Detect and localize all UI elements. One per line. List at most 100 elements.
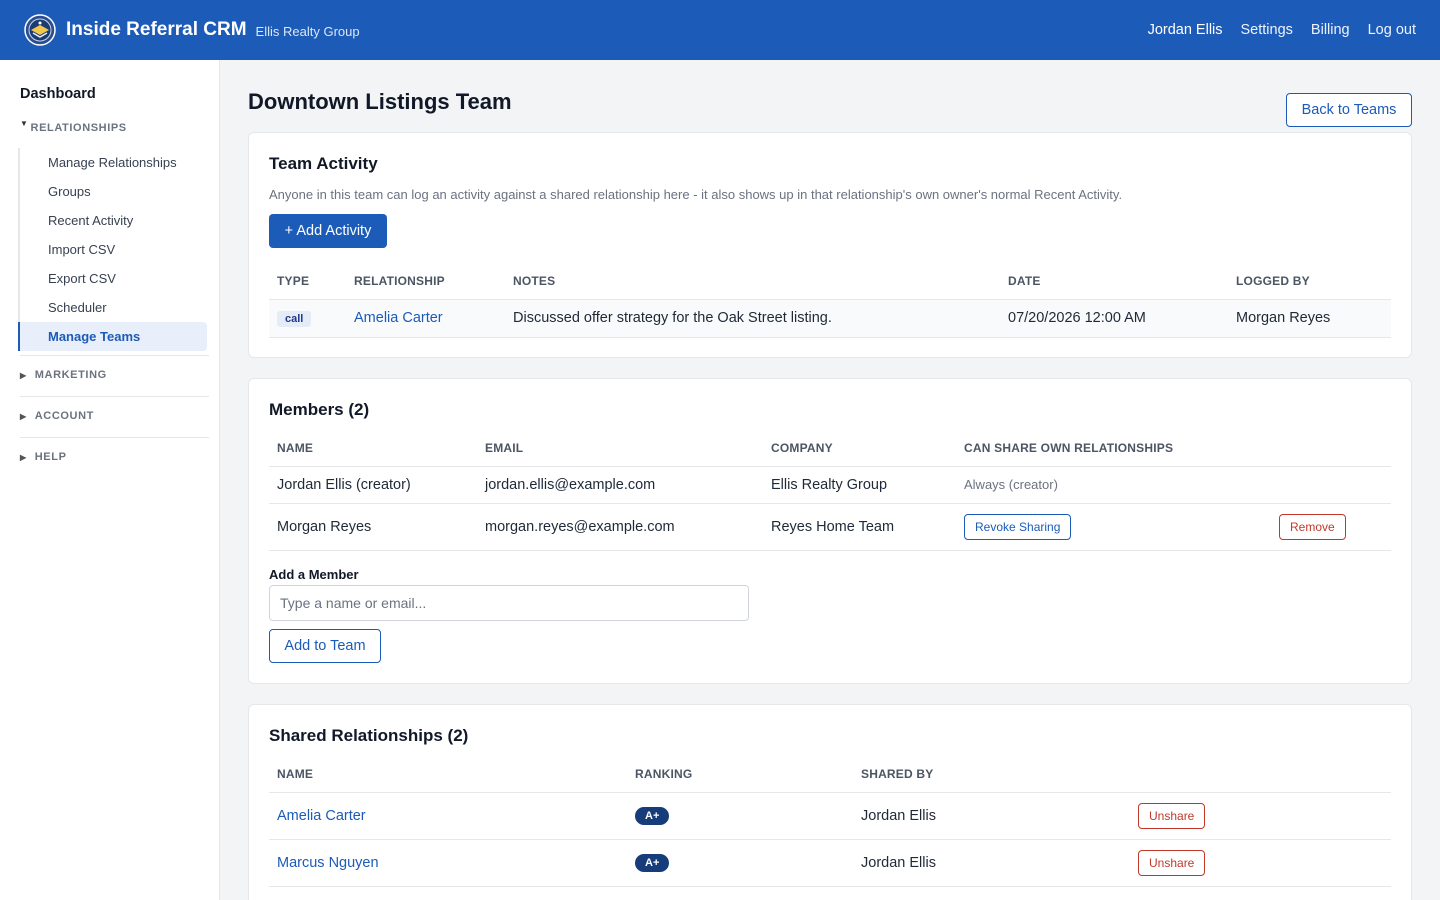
back-to-teams-button[interactable]: Back to Teams xyxy=(1286,93,1412,127)
shared-action-cell: Unshare xyxy=(1130,839,1391,887)
table-row: Amelia Carter A+ Jordan Ellis Unshare xyxy=(269,792,1391,840)
caret-right-icon: ▶ xyxy=(20,452,27,462)
sidebar-item-groups[interactable]: Groups xyxy=(18,177,207,206)
column-header[interactable]: NOTES xyxy=(505,264,1000,300)
members-card: Members (2) NAME EMAIL COMPANY CAN SHARE… xyxy=(248,378,1412,684)
shared-by-cell: Jordan Ellis xyxy=(853,839,1130,887)
remove-member-button[interactable]: Remove xyxy=(1279,513,1346,540)
shared-relationships-card: Shared Relationships (2) NAME RANKING SH… xyxy=(248,704,1412,900)
activity-relationship-cell: Amelia Carter xyxy=(346,299,505,338)
sidebar-divider xyxy=(20,355,209,356)
member-email-cell: morgan.reyes@example.com xyxy=(477,503,763,551)
member-company-cell: Reyes Home Team xyxy=(763,503,956,551)
brand-name[interactable]: Inside Referral CRM xyxy=(66,19,247,41)
column-header xyxy=(1130,757,1391,793)
member-sharing-cell: Revoke Sharing xyxy=(956,503,1271,551)
nav-user[interactable]: Jordan Ellis xyxy=(1148,22,1223,38)
table-row: Morgan Reyes morgan.reyes@example.com Re… xyxy=(269,503,1391,551)
sidebar: Dashboard ▼ RELATIONSHIPS Manage Relatio… xyxy=(0,60,220,900)
column-header[interactable]: EMAIL xyxy=(477,431,763,467)
table-row: call Amelia Carter Discussed offer strat… xyxy=(269,299,1391,338)
caret-down-icon: ▼ xyxy=(20,118,29,128)
column-header[interactable]: TYPE xyxy=(269,264,346,300)
sidebar-item-recent-activity[interactable]: Recent Activity xyxy=(18,206,207,235)
sidebar-item-scheduler[interactable]: Scheduler xyxy=(18,293,207,322)
add-member-input[interactable] xyxy=(269,585,749,621)
member-email-cell: jordan.ellis@example.com xyxy=(477,466,763,504)
member-action-cell: Remove xyxy=(1271,503,1391,551)
shared-name-cell: Amelia Carter xyxy=(269,792,627,840)
shared-action-cell: Unshare xyxy=(1130,792,1391,840)
revoke-sharing-button[interactable]: Revoke Sharing xyxy=(964,513,1072,540)
relationship-link[interactable]: Marcus Nguyen xyxy=(277,855,379,871)
sidebar-section-label: HELP xyxy=(34,451,67,463)
column-header[interactable]: DATE xyxy=(1000,264,1228,300)
caret-right-icon: ▶ xyxy=(20,370,27,380)
add-member-label: Add a Member xyxy=(269,567,359,582)
column-header[interactable]: CAN SHARE OWN RELATIONSHIPS xyxy=(956,431,1271,467)
sidebar-section-account[interactable]: ▶ ACCOUNT xyxy=(20,410,94,422)
caret-right-icon: ▶ xyxy=(20,411,27,421)
add-to-team-button[interactable]: Add to Team xyxy=(269,629,381,663)
sidebar-item-manage-relationships[interactable]: Manage Relationships xyxy=(18,148,207,177)
activity-type-cell: call xyxy=(269,299,346,338)
add-activity-button[interactable]: + Add Activity xyxy=(269,214,387,248)
sidebar-item-export-csv[interactable]: Export CSV xyxy=(18,264,207,293)
nav-billing[interactable]: Billing xyxy=(1311,22,1350,38)
column-header[interactable]: COMPANY xyxy=(763,431,956,467)
member-name-cell: Morgan Reyes xyxy=(269,503,477,551)
shared-ranking-cell: A+ xyxy=(627,839,853,887)
top-header: Inside Referral CRM Ellis Realty Group J… xyxy=(0,0,1440,60)
sidebar-section-help[interactable]: ▶ HELP xyxy=(20,451,67,463)
column-header xyxy=(1271,431,1391,467)
sidebar-section-label: MARKETING xyxy=(34,369,107,381)
member-company-cell: Ellis Realty Group xyxy=(763,466,956,504)
sidebar-section-label: RELATIONSHIPS xyxy=(30,122,127,134)
shared-ranking-cell: A+ xyxy=(627,792,853,840)
top-nav: Jordan Ellis Settings Billing Log out xyxy=(1148,22,1416,38)
nav-logout[interactable]: Log out xyxy=(1368,22,1416,38)
member-action-cell xyxy=(1271,466,1391,504)
column-header[interactable]: NAME xyxy=(269,431,477,467)
ranking-badge: A+ xyxy=(635,806,670,825)
sidebar-item-import-csv[interactable]: Import CSV xyxy=(18,235,207,264)
column-header[interactable]: NAME xyxy=(269,757,627,793)
table-row: Jordan Ellis (creator) jordan.ellis@exam… xyxy=(269,466,1391,504)
relationship-link[interactable]: Amelia Carter xyxy=(277,808,366,824)
sidebar-item-manage-teams[interactable]: Manage Teams xyxy=(18,322,207,351)
unshare-button[interactable]: Unshare xyxy=(1138,849,1206,876)
sidebar-divider xyxy=(20,396,209,397)
column-header[interactable]: RANKING xyxy=(627,757,853,793)
card-title: Shared Relationships (2) xyxy=(269,726,469,745)
sidebar-relationships-list: Manage Relationships Groups Recent Activ… xyxy=(18,148,209,351)
member-sharing-cell: Always (creator) xyxy=(956,466,1271,504)
activity-table: TYPE RELATIONSHIP NOTES DATE LOGGED BY c… xyxy=(269,264,1391,338)
shared-by-cell: Jordan Ellis xyxy=(853,792,1130,840)
activity-date-cell: 07/20/2026 12:00 AM xyxy=(1000,299,1228,338)
activity-type-tag: call xyxy=(277,310,312,327)
column-header[interactable]: RELATIONSHIP xyxy=(346,264,505,300)
members-table: NAME EMAIL COMPANY CAN SHARE OWN RELATIO… xyxy=(269,431,1391,551)
table-row: Marcus Nguyen A+ Jordan Ellis Unshare xyxy=(269,839,1391,887)
column-header[interactable]: SHARED BY xyxy=(853,757,1130,793)
unshare-button[interactable]: Unshare xyxy=(1138,802,1206,829)
team-activity-card: Team Activity Anyone in this team can lo… xyxy=(248,132,1412,358)
card-description: Anyone in this team can log an activity … xyxy=(269,187,1123,202)
card-title: Team Activity xyxy=(269,154,378,173)
brand-logo-icon[interactable] xyxy=(24,14,56,46)
sharing-status: Always (creator) xyxy=(964,476,1058,492)
nav-settings[interactable]: Settings xyxy=(1241,22,1293,38)
sidebar-section-marketing[interactable]: ▶ MARKETING xyxy=(20,369,107,381)
member-name-cell: Jordan Ellis (creator) xyxy=(269,466,477,504)
shared-relationships-table: NAME RANKING SHARED BY Amelia Carter A+ … xyxy=(269,757,1391,887)
page-title: Downtown Listings Team xyxy=(248,89,512,114)
activity-logged-by-cell: Morgan Reyes xyxy=(1228,299,1391,338)
ranking-badge: A+ xyxy=(635,853,670,872)
sidebar-divider xyxy=(20,437,209,438)
shared-name-cell: Marcus Nguyen xyxy=(269,839,627,887)
card-title: Members (2) xyxy=(269,400,370,419)
sidebar-section-relationships[interactable]: ▼ RELATIONSHIPS xyxy=(20,118,127,135)
relationship-link[interactable]: Amelia Carter xyxy=(354,310,443,326)
sidebar-item-dashboard[interactable]: Dashboard xyxy=(20,86,96,102)
column-header[interactable]: LOGGED BY xyxy=(1228,264,1391,300)
